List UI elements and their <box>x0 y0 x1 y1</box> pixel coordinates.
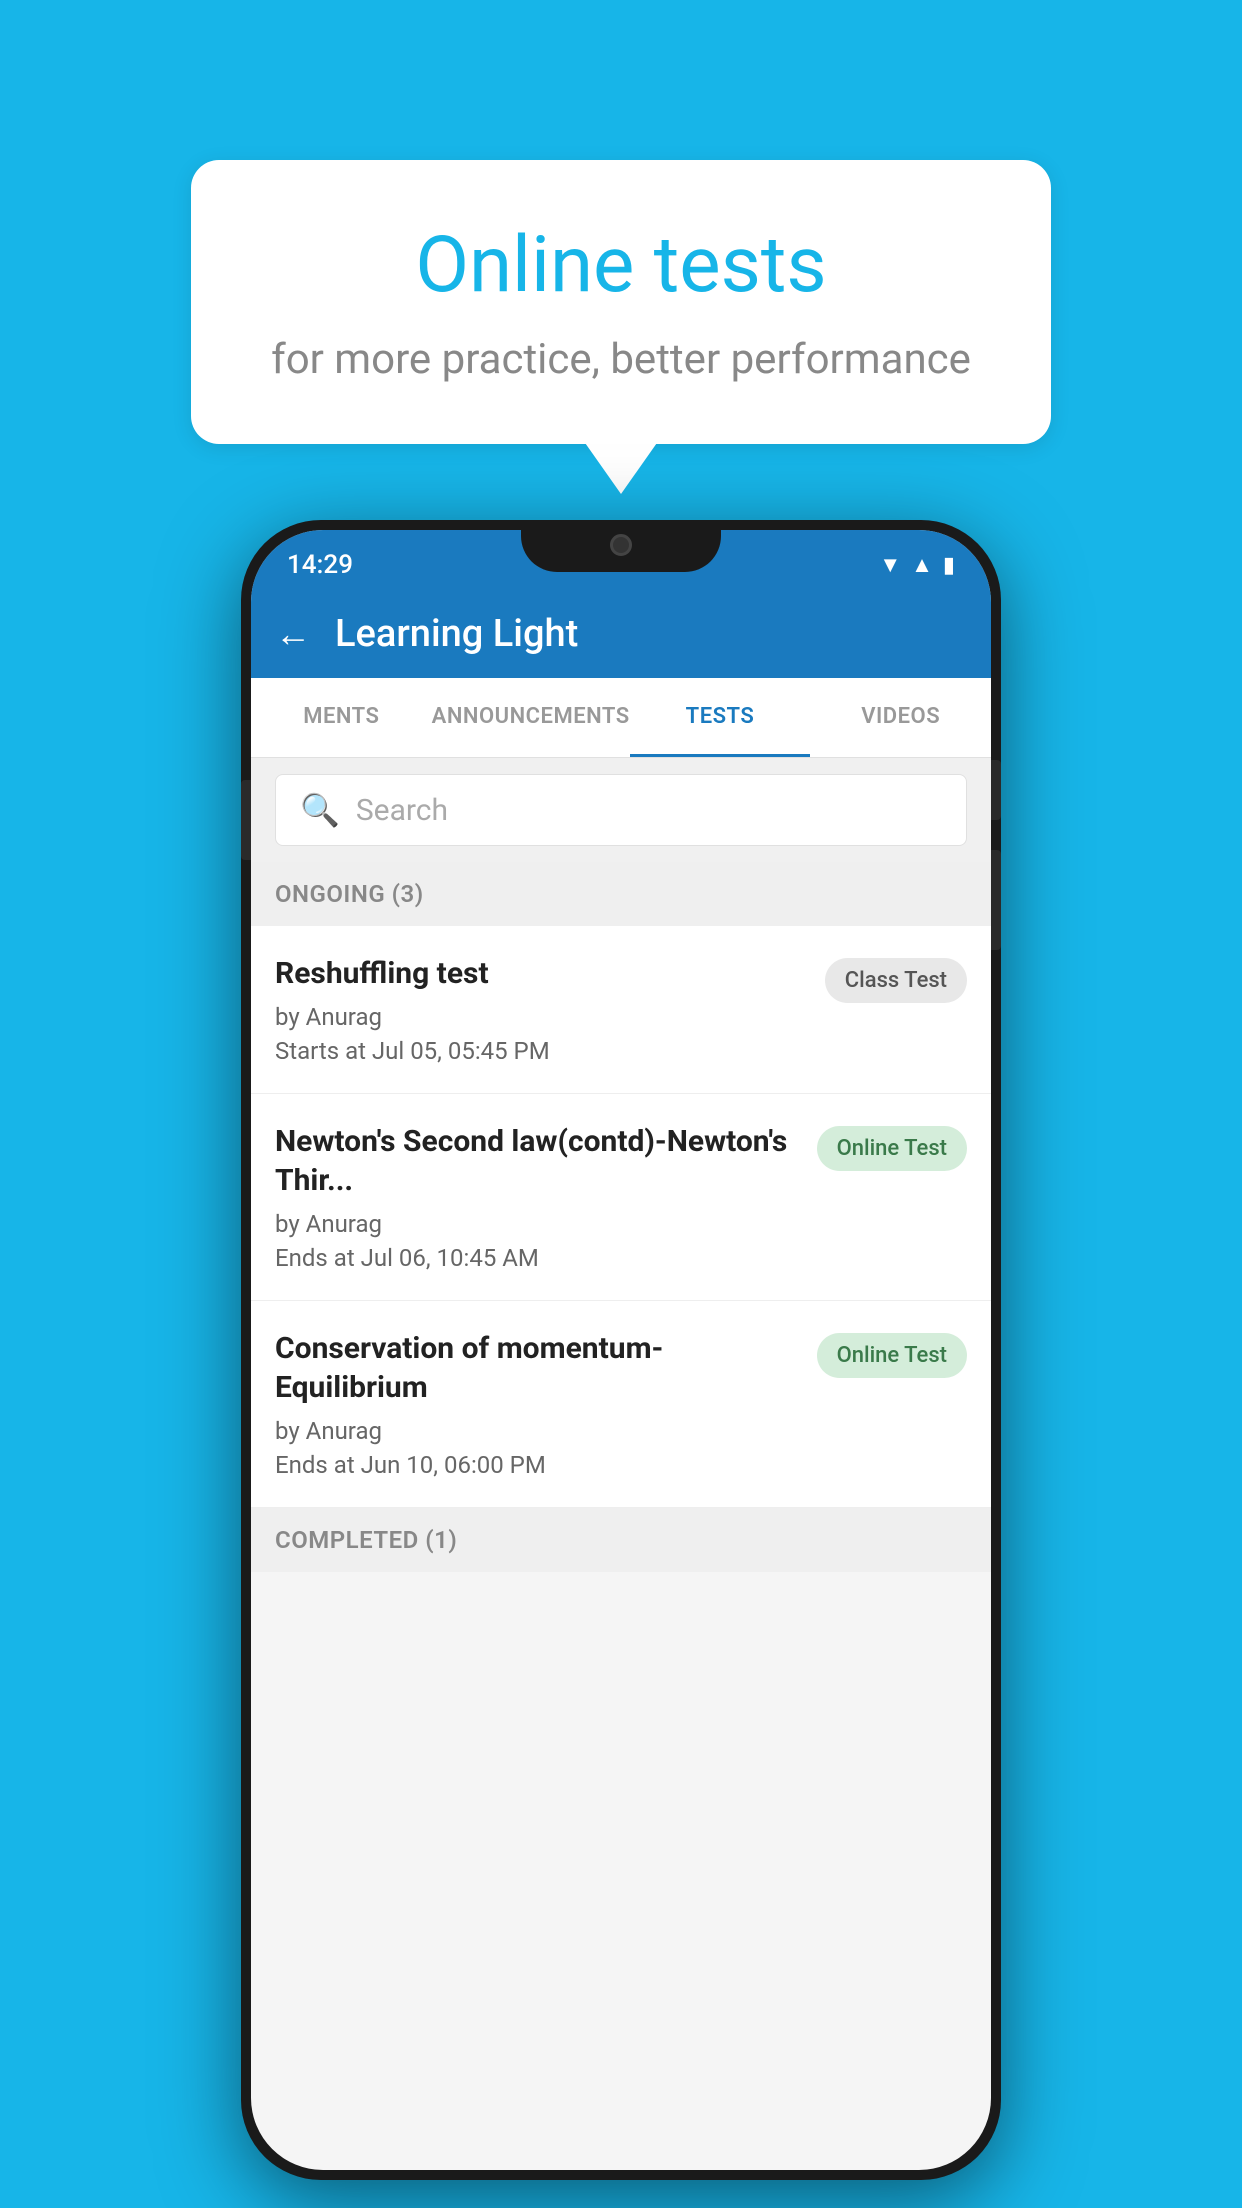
search-icon: 🔍 <box>300 791 340 829</box>
status-time: 14:29 <box>287 550 353 580</box>
app-header: ← Learning Light <box>251 590 991 678</box>
ongoing-section-header: ONGOING (3) <box>251 862 991 926</box>
test-item-reshuffling[interactable]: Reshuffling test by Anurag Starts at Jul… <box>251 926 991 1094</box>
test-name-newtons: Newton's Second law(contd)-Newton's Thir… <box>275 1122 801 1200</box>
test-info-conservation: Conservation of momentum-Equilibrium by … <box>275 1329 801 1479</box>
test-info-newtons: Newton's Second law(contd)-Newton's Thir… <box>275 1122 801 1272</box>
tab-videos[interactable]: VIDEOS <box>810 678 991 757</box>
badge-online-test-conservation: Online Test <box>817 1333 967 1378</box>
search-bar[interactable]: 🔍 Search <box>275 774 967 846</box>
camera-icon <box>610 534 632 556</box>
phone-side-button-right2 <box>991 850 1001 950</box>
test-date-reshuffling: Starts at Jul 05, 05:45 PM <box>275 1037 809 1065</box>
test-name-reshuffling: Reshuffling test <box>275 954 809 993</box>
test-by-conservation: by Anurag <box>275 1417 801 1445</box>
tabs-bar: MENTS ANNOUNCEMENTS TESTS VIDEOS <box>251 678 991 758</box>
signal-icon: ▲ <box>911 552 933 578</box>
promo-section: Online tests for more practice, better p… <box>191 160 1051 444</box>
speech-bubble: Online tests for more practice, better p… <box>191 160 1051 444</box>
promo-title: Online tests <box>271 220 971 311</box>
phone-screen: 14:29 ▼ ▲ ▮ ← Learning Light MENTS ANNOU… <box>251 530 991 2170</box>
back-button[interactable]: ← <box>275 613 311 655</box>
test-item-conservation[interactable]: Conservation of momentum-Equilibrium by … <box>251 1301 991 1508</box>
phone-notch <box>521 520 721 572</box>
promo-subtitle: for more practice, better performance <box>271 335 971 384</box>
wifi-icon: ▼ <box>879 552 901 578</box>
search-placeholder: Search <box>356 793 448 828</box>
phone-frame: 14:29 ▼ ▲ ▮ ← Learning Light MENTS ANNOU… <box>241 520 1001 2180</box>
phone-side-button-left <box>241 780 251 860</box>
battery-icon: ▮ <box>943 553 955 578</box>
test-name-conservation: Conservation of momentum-Equilibrium <box>275 1329 801 1407</box>
tab-ments[interactable]: MENTS <box>251 678 432 757</box>
badge-class-test-reshuffling: Class Test <box>825 958 967 1003</box>
test-date-newtons: Ends at Jul 06, 10:45 AM <box>275 1244 801 1272</box>
completed-section-header: COMPLETED (1) <box>251 1508 991 1572</box>
tab-announcements[interactable]: ANNOUNCEMENTS <box>432 678 630 757</box>
test-item-newtons[interactable]: Newton's Second law(contd)-Newton's Thir… <box>251 1094 991 1301</box>
test-by-reshuffling: by Anurag <box>275 1003 809 1031</box>
status-icons: ▼ ▲ ▮ <box>879 552 955 578</box>
test-by-newtons: by Anurag <box>275 1210 801 1238</box>
phone-side-button-right1 <box>991 760 1001 820</box>
test-list: Reshuffling test by Anurag Starts at Jul… <box>251 926 991 1508</box>
test-date-conservation: Ends at Jun 10, 06:00 PM <box>275 1451 801 1479</box>
test-info-reshuffling: Reshuffling test by Anurag Starts at Jul… <box>275 954 809 1065</box>
tab-tests[interactable]: TESTS <box>630 678 811 757</box>
app-title: Learning Light <box>335 612 578 656</box>
search-bar-wrapper: 🔍 Search <box>251 758 991 862</box>
badge-online-test-newtons: Online Test <box>817 1126 967 1171</box>
